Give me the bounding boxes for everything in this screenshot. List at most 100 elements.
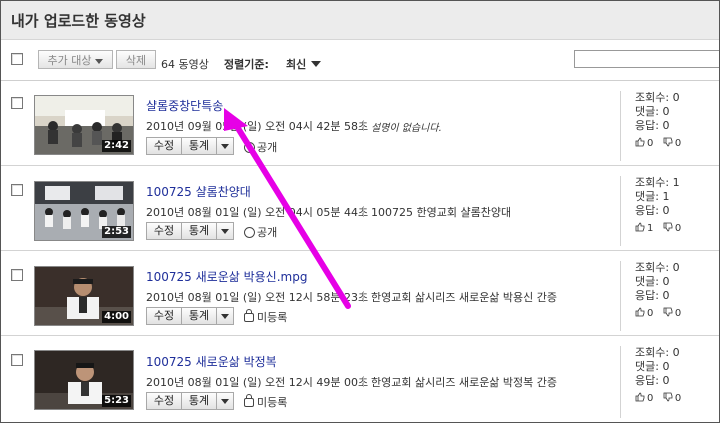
globe-icon — [244, 142, 255, 153]
dislikes-count: 0 — [674, 393, 682, 404]
stats-button[interactable]: 통계 — [181, 392, 217, 410]
duration-badge: 2:42 — [102, 140, 131, 152]
search-input[interactable] — [574, 50, 719, 68]
edit-button[interactable]: 수정 — [146, 137, 182, 155]
video-row: 2:53 100725 샬롬찬양대 2010년 08월 01일 (일) 오전 0… — [1, 166, 719, 251]
video-description: 설명이 없습니다. — [371, 123, 442, 134]
views-count: 1 — [672, 176, 680, 189]
duration-badge: 2:53 — [102, 226, 131, 238]
video-date: 2010년 09월 05일 (일) 오전 04시 42분 58초 — [146, 120, 369, 133]
duration-badge: 5:23 — [102, 395, 131, 407]
edit-button[interactable]: 수정 — [146, 307, 182, 325]
views-count: 0 — [672, 261, 680, 274]
lock-icon — [244, 309, 254, 322]
sort-label: 정렬기준: — [224, 58, 269, 71]
likes-count: 0 — [647, 393, 654, 404]
stats-button[interactable]: 통계 — [181, 307, 217, 325]
stats-button[interactable]: 통계 — [181, 222, 217, 240]
video-stats: 조회수: 0 댓글: 0 응답: 0 0 0 — [620, 346, 720, 418]
more-options-dropdown[interactable] — [216, 222, 234, 240]
responses-label: 응답: — [635, 289, 659, 302]
sort-chevron-down-icon[interactable] — [311, 61, 321, 67]
thumbs-down-icon — [663, 222, 673, 232]
stats-button[interactable]: 통계 — [181, 137, 217, 155]
responses-label: 응답: — [635, 374, 659, 387]
video-checkbox[interactable] — [11, 97, 23, 109]
thumbs-down-icon — [663, 137, 673, 147]
globe-icon — [244, 227, 255, 238]
video-title-link[interactable]: 100725 새로운삶 박정복 — [146, 353, 277, 370]
duration-badge: 4:00 — [102, 311, 131, 323]
likes-count: 1 — [647, 223, 654, 234]
add-to-label: 추가 대상 — [47, 54, 92, 67]
thumbs-up-icon — [635, 222, 645, 232]
likes-count: 0 — [647, 308, 654, 319]
thumbs-down-icon — [663, 392, 673, 402]
views-label: 조회수: — [635, 346, 670, 359]
video-description: 한영교회 삶시리즈 새로운삶 박용신 간증 — [371, 291, 558, 304]
separator — [363, 376, 364, 387]
comments-count: 1 — [662, 190, 670, 203]
comments-count: 0 — [662, 360, 670, 373]
chevron-down-icon — [95, 58, 104, 64]
comments-count: 0 — [662, 275, 670, 288]
responses-label: 응답: — [635, 204, 659, 217]
video-stats: 조회수: 1 댓글: 1 응답: 0 1 0 — [620, 176, 720, 246]
more-options-dropdown[interactable] — [216, 392, 234, 410]
responses-count: 0 — [662, 204, 670, 217]
video-date: 2010년 08월 01일 (일) 오전 12시 58분 23초 — [146, 291, 369, 304]
views-count: 0 — [672, 91, 680, 104]
dislikes-count: 0 — [674, 223, 682, 234]
page-header: 내가 업로드한 동영상 — [1, 1, 719, 40]
separator — [363, 120, 364, 131]
video-date: 2010년 08월 01일 (일) 오전 12시 49분 00초 — [146, 376, 369, 389]
video-row: 2:42 샬롬중창단특송 2010년 09월 05일 (일) 오전 04시 42… — [1, 81, 719, 166]
privacy-label: 공개 — [257, 141, 278, 154]
video-thumbnail[interactable]: 2:53 — [34, 181, 134, 241]
dislikes-count: 0 — [674, 308, 682, 319]
toolbar: 추가 대상 삭제 64 동영상 정렬기준: 최신 — [1, 40, 719, 81]
more-options-dropdown[interactable] — [216, 137, 234, 155]
video-row: 5:23 100725 새로운삶 박정복 2010년 08월 01일 (일) 오… — [1, 336, 719, 422]
privacy-label: 미등록 — [257, 396, 288, 409]
video-thumbnail[interactable]: 4:00 — [34, 266, 134, 326]
comments-label: 댓글: — [635, 105, 659, 118]
video-thumbnail[interactable]: 5:23 — [34, 350, 134, 410]
privacy-status: 공개 — [244, 139, 277, 155]
views-label: 조회수: — [635, 91, 670, 104]
video-thumbnail[interactable]: 2:42 — [34, 95, 134, 155]
privacy-label: 미등록 — [257, 311, 288, 324]
delete-button[interactable]: 삭제 — [116, 50, 156, 69]
video-description: 한영교회 삶시리즈 새로운삶 박정복 간증 — [371, 376, 558, 389]
thumbs-down-icon — [663, 307, 673, 317]
privacy-label: 공개 — [257, 226, 278, 239]
more-options-dropdown[interactable] — [216, 307, 234, 325]
likes-count: 0 — [647, 138, 654, 149]
video-row: 4:00 100725 새로운삶 박용신.mpg 2010년 08월 01일 (… — [1, 251, 719, 336]
privacy-status: 미등록 — [244, 394, 287, 410]
video-title-link[interactable]: 100725 새로운삶 박용신.mpg — [146, 268, 307, 285]
comments-count: 0 — [662, 105, 670, 118]
responses-count: 0 — [662, 119, 670, 132]
select-all-checkbox[interactable] — [11, 53, 23, 65]
sort-dropdown[interactable]: 최신 — [286, 56, 306, 72]
video-count: 64 동영상 — [161, 58, 209, 71]
edit-button[interactable]: 수정 — [146, 222, 182, 240]
video-title-link[interactable]: 샬롬중창단특송 — [146, 97, 223, 114]
edit-button[interactable]: 수정 — [146, 392, 182, 410]
dislikes-count: 0 — [674, 138, 682, 149]
video-title-link[interactable]: 100725 샬롬찬양대 — [146, 183, 251, 200]
video-checkbox[interactable] — [11, 269, 23, 281]
video-checkbox[interactable] — [11, 354, 23, 366]
views-label: 조회수: — [635, 176, 670, 189]
add-to-button[interactable]: 추가 대상 — [38, 50, 113, 69]
thumbs-up-icon — [635, 392, 645, 402]
privacy-status: 미등록 — [244, 309, 287, 325]
video-stats: 조회수: 0 댓글: 0 응답: 0 0 0 — [620, 91, 720, 161]
comments-label: 댓글: — [635, 360, 659, 373]
video-description: 100725 한영교회 샬롬찬양대 — [371, 206, 512, 219]
separator — [363, 291, 364, 302]
video-checkbox[interactable] — [11, 184, 23, 196]
separator — [363, 206, 364, 217]
responses-count: 0 — [662, 289, 670, 302]
